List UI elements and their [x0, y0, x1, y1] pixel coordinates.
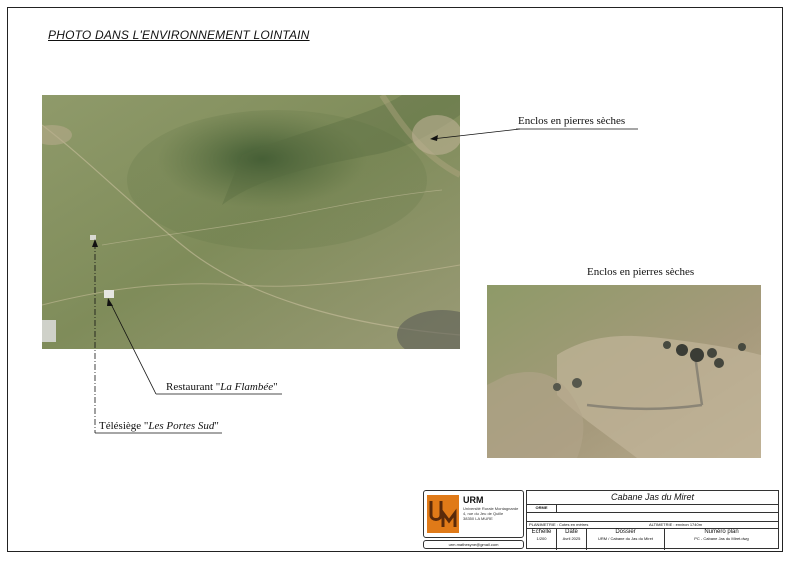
dossier-cell: Dossier URM / Cabane du Jas du Miret [587, 528, 665, 550]
urm-logo-box: URM Université Rurale Montagnarde 4, rue… [423, 490, 524, 538]
urm-email: urm.mathesyne@gmail.com [423, 540, 524, 549]
info-row: Echelle 1/200 Date Avril 2025 Dossier URM /… [527, 528, 778, 550]
label-telesiege: Télésiège "Les Portes Sud" [99, 420, 219, 432]
label-telesiege-prefix: Télésiège " [99, 420, 149, 432]
urm-logo-address: Université Rurale Montagnarde 4, rue du … [463, 506, 518, 521]
date-heading: Date [565, 529, 578, 535]
echelle-heading: Echelle [531, 529, 552, 535]
orme-label: ORME [535, 505, 548, 510]
numero-value: PC - Cabane Jas du Miret.dwg [694, 536, 749, 541]
label-restaurant: Restaurant "La Flambée" [166, 381, 278, 393]
echelle-value: 1/200 [536, 536, 547, 541]
urm-logo-name: URM [463, 495, 484, 505]
label-restaurant-name: La Flambée [220, 381, 274, 393]
altimetrie-text: ALTIMETRIE : environ 1740m [649, 522, 703, 527]
aerial-photo-large [42, 95, 460, 349]
project-title: Cabane Jas du Miret [527, 491, 778, 505]
orme-cell: ORME [527, 504, 557, 512]
aerial-photo-large-image [42, 95, 460, 349]
echelle-cell: Echelle 1/200 [527, 528, 557, 550]
planimetrie-text: PLANIMETRIE : Cotes en mètres [529, 522, 589, 527]
dossier-heading: Dossier [615, 529, 636, 535]
numero-heading: Numéro plan [704, 529, 739, 535]
aerial-photo-enclos-detail [487, 285, 761, 458]
date-value: Avril 2025 [562, 536, 581, 541]
label-enclos-top: Enclos en pierres sèches [518, 115, 626, 127]
urm-logo-mark [427, 495, 459, 533]
urm-logo-line: 38350 LA MURE [463, 516, 493, 521]
label-telesiege-suffix: " [214, 420, 219, 432]
aerial-photo-detail-image [487, 285, 761, 458]
date-cell: Date Avril 2025 [557, 528, 587, 550]
dossier-value: URM / Cabane du Jas du Miret [598, 536, 653, 541]
label-enclos-photo: Enclos en pierres sèches [587, 266, 695, 278]
page-title: PHOTO DANS L'ENVIRONNEMENT LOINTAIN [48, 28, 310, 42]
label-restaurant-suffix: " [273, 381, 278, 393]
title-block: Cabane Jas du Miret ORME PLANIMETRIE : C… [526, 490, 779, 550]
numero-cell: Numéro plan PC - Cabane Jas du Miret.dwg [665, 528, 778, 550]
label-restaurant-prefix: Restaurant " [166, 381, 221, 393]
urm-logo-icon [427, 495, 459, 533]
label-telesiege-name: Les Portes Sud [148, 420, 215, 432]
